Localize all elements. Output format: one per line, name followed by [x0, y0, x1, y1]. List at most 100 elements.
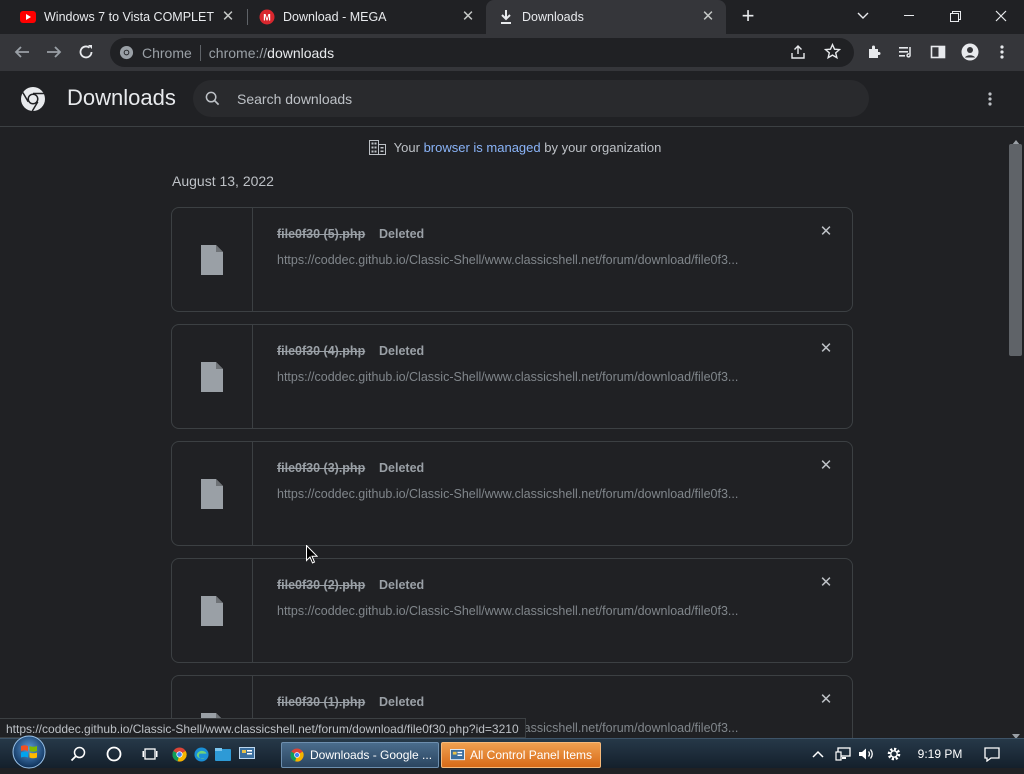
- omnibox-divider: [199, 44, 201, 61]
- cortana-icon[interactable]: [104, 743, 124, 765]
- download-item: file0f30 (5).php Deleted https://coddec.…: [171, 207, 853, 312]
- download-url[interactable]: https://coddec.github.io/Classic-Shell/w…: [277, 604, 777, 618]
- download-filename[interactable]: file0f30 (1).php: [277, 695, 365, 709]
- page-title: Downloads: [67, 85, 176, 110]
- download-icon: [498, 9, 514, 25]
- remove-item-icon[interactable]: ✕: [818, 224, 834, 240]
- taskbar-button-label: Downloads - Google ...: [310, 748, 433, 762]
- mouse-cursor-icon: [306, 544, 319, 569]
- forward-button[interactable]: [42, 40, 66, 64]
- side-panel-icon[interactable]: [926, 40, 950, 64]
- toolbar: Chrome chrome://downloads: [0, 34, 1024, 71]
- chrome-logo-icon: [20, 86, 46, 117]
- scrollbar[interactable]: [1008, 128, 1024, 740]
- download-status: Deleted: [379, 227, 425, 241]
- download-status: Deleted: [379, 461, 425, 475]
- url-host: downloads: [267, 44, 335, 61]
- remove-item-icon[interactable]: ✕: [818, 692, 834, 708]
- address-bar[interactable]: Chrome chrome://downloads: [110, 38, 854, 67]
- taskbar-chrome-button[interactable]: Downloads - Google ...: [281, 742, 439, 768]
- download-status: Deleted: [379, 344, 425, 358]
- site-label: Chrome: [142, 44, 192, 61]
- download-item: file0f30 (2).php Deleted https://coddec.…: [171, 558, 853, 663]
- download-url[interactable]: https://coddec.github.io/Classic-Shell/w…: [277, 370, 777, 384]
- download-filename[interactable]: file0f30 (5).php: [277, 227, 365, 241]
- minimize-button[interactable]: [886, 0, 932, 32]
- extensions-icon[interactable]: [862, 40, 886, 64]
- file-icon: [172, 442, 253, 545]
- notifications-icon[interactable]: [982, 743, 1002, 765]
- managed-suffix: by your organization: [540, 140, 662, 155]
- downloads-list: Your browser is managed by your organiza…: [0, 128, 1008, 740]
- download-item: file0f30 (4).php Deleted https://coddec.…: [171, 324, 853, 429]
- scroll-thumb[interactable]: [1009, 144, 1022, 356]
- settings-gear-icon[interactable]: [885, 743, 903, 765]
- mega-icon: M: [259, 9, 275, 25]
- task-view-icon[interactable]: [140, 743, 160, 765]
- download-url[interactable]: https://coddec.github.io/Classic-Shell/w…: [277, 487, 777, 501]
- start-button[interactable]: [10, 735, 48, 774]
- control-panel-taskbar-icon[interactable]: [238, 743, 256, 765]
- clock[interactable]: 9:19 PM: [910, 743, 970, 765]
- share-icon[interactable]: [790, 44, 806, 63]
- download-url[interactable]: https://coddec.github.io/Classic-Shell/w…: [277, 253, 777, 267]
- youtube-icon: [20, 9, 36, 25]
- building-icon: [368, 140, 386, 158]
- download-status: Deleted: [379, 578, 425, 592]
- chrome-icon: [290, 748, 304, 762]
- network-icon[interactable]: [834, 743, 852, 765]
- managed-prefix: Your: [393, 140, 424, 155]
- managed-notice: Your browser is managed by your organiza…: [0, 140, 1008, 158]
- file-icon: [172, 325, 253, 428]
- chrome-taskbar-icon[interactable]: [170, 743, 188, 765]
- profile-avatar-icon[interactable]: [958, 40, 982, 64]
- managed-link[interactable]: browser is managed: [424, 140, 541, 155]
- tab-title: Download - MEGA: [283, 10, 387, 24]
- new-tab-button[interactable]: +: [736, 5, 760, 29]
- file-explorer-icon[interactable]: [214, 743, 232, 765]
- bookmark-star-icon[interactable]: [823, 42, 842, 63]
- download-status: Deleted: [379, 695, 425, 709]
- file-icon: [172, 208, 253, 311]
- close-tab-icon[interactable]: ✕: [460, 9, 476, 25]
- chrome-icon: [119, 45, 134, 63]
- tab-search-icon[interactable]: [840, 0, 886, 32]
- tab-downloads[interactable]: Downloads ✕: [486, 0, 726, 34]
- tab-youtube[interactable]: Windows 7 to Vista COMPLETE Transformati…: [0, 0, 246, 34]
- taskbar-control-panel-button[interactable]: All Control Panel Items: [441, 742, 601, 768]
- close-window-button[interactable]: [978, 0, 1024, 32]
- reading-list-icon[interactable]: [894, 40, 918, 64]
- downloads-header: Downloads: [0, 71, 1024, 127]
- close-tab-icon[interactable]: ✕: [700, 9, 716, 25]
- taskbar: Downloads - Google ... All Control Panel…: [0, 735, 1024, 769]
- restore-button[interactable]: [932, 0, 978, 32]
- tab-title: Downloads: [522, 10, 584, 24]
- remove-item-icon[interactable]: ✕: [818, 575, 834, 591]
- search-box[interactable]: [193, 80, 869, 117]
- download-filename[interactable]: file0f30 (4).php: [277, 344, 365, 358]
- control-panel-icon: [450, 748, 465, 762]
- chrome-menu-icon[interactable]: [990, 40, 1014, 64]
- back-button[interactable]: [10, 40, 34, 64]
- reload-button[interactable]: [74, 40, 98, 64]
- tab-title: Windows 7 to Vista COMPLETE Transformati…: [44, 10, 214, 24]
- download-filename[interactable]: file0f30 (3).php: [277, 461, 365, 475]
- more-actions-icon[interactable]: [988, 91, 992, 112]
- url-scheme: chrome://: [208, 44, 268, 61]
- volume-icon[interactable]: [857, 743, 875, 765]
- tab-mega[interactable]: M Download - MEGA ✕: [239, 0, 486, 34]
- remove-item-icon[interactable]: ✕: [818, 341, 834, 357]
- date-group-header: August 13, 2022: [172, 173, 274, 189]
- search-input[interactable]: [237, 80, 837, 117]
- file-icon: [172, 559, 253, 662]
- download-item: file0f30 (3).php Deleted https://coddec.…: [171, 441, 853, 546]
- taskbar-button-label: All Control Panel Items: [470, 748, 593, 762]
- search-icon[interactable]: [68, 743, 88, 765]
- status-bubble: https://coddec.github.io/Classic-Shell/w…: [0, 718, 526, 738]
- download-filename[interactable]: file0f30 (2).php: [277, 578, 365, 592]
- show-hidden-icons-icon[interactable]: [810, 743, 826, 765]
- remove-item-icon[interactable]: ✕: [818, 458, 834, 474]
- edge-icon[interactable]: [192, 743, 210, 765]
- tab-strip: Windows 7 to Vista COMPLETE Transformati…: [0, 0, 1024, 34]
- close-tab-icon[interactable]: ✕: [220, 9, 236, 25]
